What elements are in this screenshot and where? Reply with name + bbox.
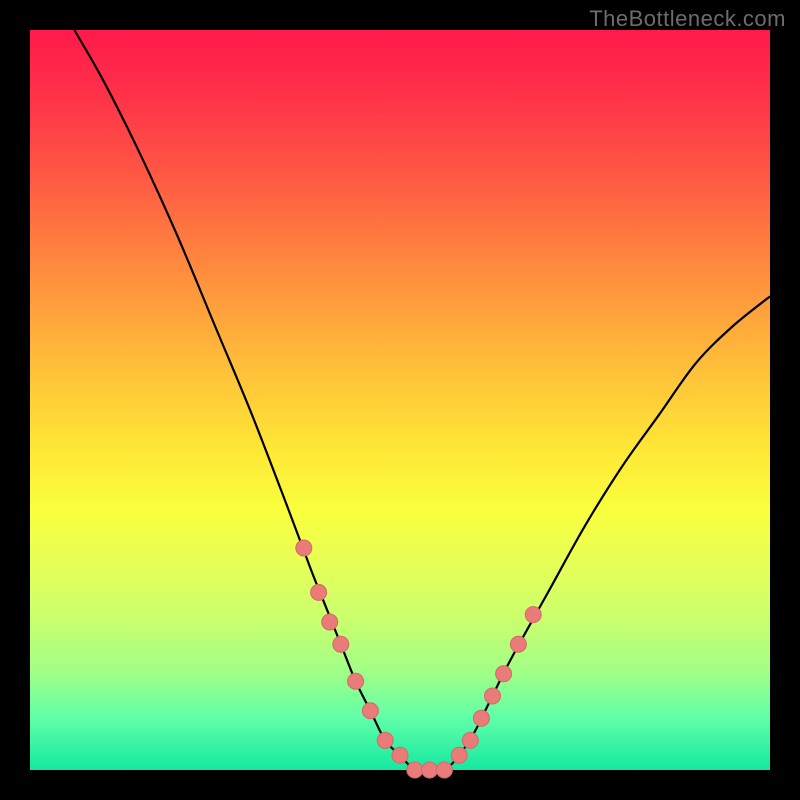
data-marker — [485, 688, 501, 704]
data-marker — [422, 762, 438, 778]
data-marker — [407, 762, 423, 778]
data-marker — [377, 732, 393, 748]
data-marker — [462, 732, 478, 748]
data-marker — [322, 614, 338, 630]
plot-area — [30, 30, 770, 770]
chart-frame: TheBottleneck.com — [0, 0, 800, 800]
watermark-text: TheBottleneck.com — [589, 6, 786, 32]
curve-svg — [30, 30, 770, 770]
data-marker — [392, 747, 408, 763]
data-marker — [473, 710, 489, 726]
data-marker — [362, 703, 378, 719]
data-marker — [436, 762, 452, 778]
marker-group — [296, 540, 541, 778]
bottleneck-curve — [74, 30, 770, 771]
data-marker — [333, 636, 349, 652]
data-marker — [510, 636, 526, 652]
data-marker — [311, 584, 327, 600]
data-marker — [296, 540, 312, 556]
data-marker — [525, 607, 541, 623]
data-marker — [451, 747, 467, 763]
data-marker — [348, 673, 364, 689]
data-marker — [496, 666, 512, 682]
